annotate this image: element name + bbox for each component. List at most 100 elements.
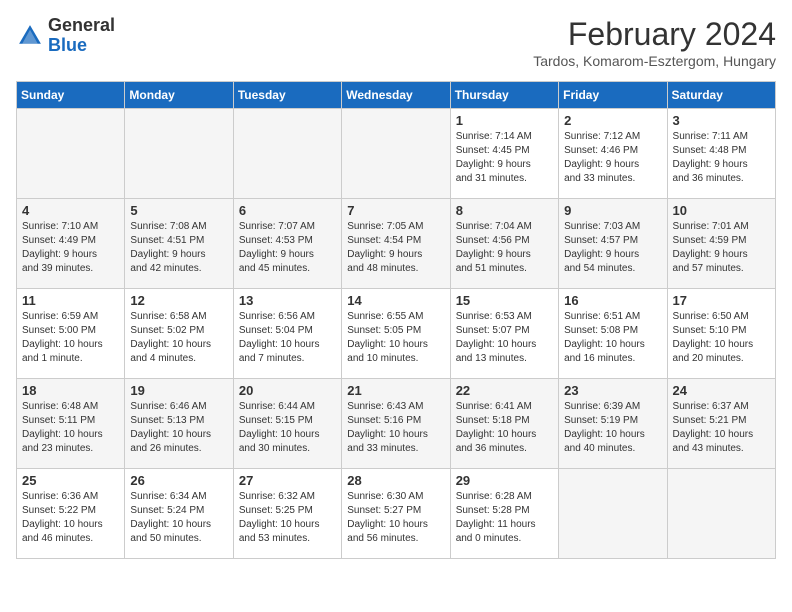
- day-number: 22: [456, 383, 553, 398]
- day-number: 4: [22, 203, 119, 218]
- week-row-0: 1 Sunrise: 7:14 AM Sunset: 4:45 PM Daylig…: [17, 109, 776, 199]
- day-cell: 24 Sunrise: 6:37 AM Sunset: 5:21 PM Dayli…: [667, 379, 775, 469]
- day-number: 18: [22, 383, 119, 398]
- day-cell: 26 Sunrise: 6:34 AM Sunset: 5:24 PM Dayli…: [125, 469, 233, 559]
- day-number: 26: [130, 473, 227, 488]
- day-info: Sunrise: 6:32 AM Sunset: 5:25 PM Dayligh…: [239, 490, 336, 546]
- day-cell: 27 Sunrise: 6:32 AM Sunset: 5:25 PM Dayli…: [233, 469, 341, 559]
- location: Tardos, Komarom-Esztergom, Hungary: [533, 53, 776, 69]
- day-number: 8: [456, 203, 553, 218]
- day-cell: [559, 469, 667, 559]
- day-number: 29: [456, 473, 553, 488]
- day-info: Sunrise: 6:36 AM Sunset: 5:22 PM Dayligh…: [22, 490, 119, 546]
- month-title: February 2024: [533, 16, 776, 53]
- header-saturday: Saturday: [667, 82, 775, 109]
- day-number: 15: [456, 293, 553, 308]
- day-number: 1: [456, 113, 553, 128]
- header-friday: Friday: [559, 82, 667, 109]
- day-cell: 8 Sunrise: 7:04 AM Sunset: 4:56 PM Daylig…: [450, 199, 558, 289]
- logo-text: General Blue: [48, 16, 115, 56]
- day-info: Sunrise: 6:37 AM Sunset: 5:21 PM Dayligh…: [673, 400, 770, 456]
- day-info: Sunrise: 6:56 AM Sunset: 5:04 PM Dayligh…: [239, 310, 336, 366]
- day-cell: [342, 109, 450, 199]
- day-cell: 13 Sunrise: 6:56 AM Sunset: 5:04 PM Dayli…: [233, 289, 341, 379]
- day-cell: 25 Sunrise: 6:36 AM Sunset: 5:22 PM Dayli…: [17, 469, 125, 559]
- week-row-3: 18 Sunrise: 6:48 AM Sunset: 5:11 PM Dayli…: [17, 379, 776, 469]
- day-cell: 3 Sunrise: 7:11 AM Sunset: 4:48 PM Daylig…: [667, 109, 775, 199]
- day-cell: 28Sunrise: 6:30 AM Sunset: 5:27 PM Dayli…: [342, 469, 450, 559]
- day-cell: 29 Sunrise: 6:28 AM Sunset: 5:28 PM Dayli…: [450, 469, 558, 559]
- day-cell: 16 Sunrise: 6:51 AM Sunset: 5:08 PM Dayli…: [559, 289, 667, 379]
- day-cell: 5 Sunrise: 7:08 AM Sunset: 4:51 PM Daylig…: [125, 199, 233, 289]
- day-cell: 11 Sunrise: 6:59 AM Sunset: 5:00 PM Dayli…: [17, 289, 125, 379]
- day-cell: 12 Sunrise: 6:58 AM Sunset: 5:02 PM Dayli…: [125, 289, 233, 379]
- day-info: Sunrise: 7:10 AM Sunset: 4:49 PM Dayligh…: [22, 220, 119, 276]
- day-info: Sunrise: 6:48 AM Sunset: 5:11 PM Dayligh…: [22, 400, 119, 456]
- day-info: Sunrise: 7:07 AM Sunset: 4:53 PM Dayligh…: [239, 220, 336, 276]
- week-row-4: 25 Sunrise: 6:36 AM Sunset: 5:22 PM Dayli…: [17, 469, 776, 559]
- day-number: 9: [564, 203, 661, 218]
- day-info: Sunrise: 7:03 AM Sunset: 4:57 PM Dayligh…: [564, 220, 661, 276]
- day-number: 13: [239, 293, 336, 308]
- day-cell: 21Sunrise: 6:43 AM Sunset: 5:16 PM Dayli…: [342, 379, 450, 469]
- day-number: 19: [130, 383, 227, 398]
- day-cell: 4 Sunrise: 7:10 AM Sunset: 4:49 PM Daylig…: [17, 199, 125, 289]
- week-row-2: 11 Sunrise: 6:59 AM Sunset: 5:00 PM Dayli…: [17, 289, 776, 379]
- calendar-table: SundayMondayTuesdayWednesdayThursdayFrid…: [16, 81, 776, 559]
- day-number: 5: [130, 203, 227, 218]
- day-info: Sunrise: 6:59 AM Sunset: 5:00 PM Dayligh…: [22, 310, 119, 366]
- day-info: Sunrise: 6:55 AM Sunset: 5:05 PM Dayligh…: [347, 310, 444, 366]
- calendar-header-row: SundayMondayTuesdayWednesdayThursdayFrid…: [17, 82, 776, 109]
- day-number: 3: [673, 113, 770, 128]
- day-cell: 10 Sunrise: 7:01 AM Sunset: 4:59 PM Dayli…: [667, 199, 775, 289]
- day-info: Sunrise: 7:04 AM Sunset: 4:56 PM Dayligh…: [456, 220, 553, 276]
- day-cell: 14Sunrise: 6:55 AM Sunset: 5:05 PM Dayli…: [342, 289, 450, 379]
- page-header: General Blue February 2024 Tardos, Komar…: [16, 16, 776, 69]
- day-info: Sunrise: 6:28 AM Sunset: 5:28 PM Dayligh…: [456, 490, 553, 546]
- header-sunday: Sunday: [17, 82, 125, 109]
- day-info: Sunrise: 6:51 AM Sunset: 5:08 PM Dayligh…: [564, 310, 661, 366]
- day-info: Sunrise: 6:41 AM Sunset: 5:18 PM Dayligh…: [456, 400, 553, 456]
- day-number: 16: [564, 293, 661, 308]
- day-number: 6: [239, 203, 336, 218]
- day-info: Sunrise: 7:14 AM Sunset: 4:45 PM Dayligh…: [456, 130, 553, 186]
- day-number: 10: [673, 203, 770, 218]
- day-number: 7: [347, 203, 444, 218]
- day-number: 25: [22, 473, 119, 488]
- day-number: 27: [239, 473, 336, 488]
- day-cell: [233, 109, 341, 199]
- day-cell: 22 Sunrise: 6:41 AM Sunset: 5:18 PM Dayli…: [450, 379, 558, 469]
- day-info: Sunrise: 6:50 AM Sunset: 5:10 PM Dayligh…: [673, 310, 770, 366]
- day-info: Sunrise: 7:08 AM Sunset: 4:51 PM Dayligh…: [130, 220, 227, 276]
- day-info: Sunrise: 6:34 AM Sunset: 5:24 PM Dayligh…: [130, 490, 227, 546]
- day-info: Sunrise: 6:53 AM Sunset: 5:07 PM Dayligh…: [456, 310, 553, 366]
- day-cell: 18 Sunrise: 6:48 AM Sunset: 5:11 PM Dayli…: [17, 379, 125, 469]
- header-monday: Monday: [125, 82, 233, 109]
- day-cell: 6 Sunrise: 7:07 AM Sunset: 4:53 PM Daylig…: [233, 199, 341, 289]
- day-info: Sunrise: 6:46 AM Sunset: 5:13 PM Dayligh…: [130, 400, 227, 456]
- title-area: February 2024 Tardos, Komarom-Esztergom,…: [533, 16, 776, 69]
- day-cell: [17, 109, 125, 199]
- day-number: 28: [347, 473, 444, 488]
- day-number: 11: [22, 293, 119, 308]
- logo-icon: [16, 22, 44, 50]
- day-info: Sunrise: 7:05 AM Sunset: 4:54 PM Dayligh…: [347, 220, 444, 276]
- day-number: 17: [673, 293, 770, 308]
- day-number: 24: [673, 383, 770, 398]
- header-tuesday: Tuesday: [233, 82, 341, 109]
- day-info: Sunrise: 6:39 AM Sunset: 5:19 PM Dayligh…: [564, 400, 661, 456]
- day-number: 2: [564, 113, 661, 128]
- calendar-body: 1 Sunrise: 7:14 AM Sunset: 4:45 PM Daylig…: [17, 109, 776, 559]
- day-cell: [125, 109, 233, 199]
- day-info: Sunrise: 7:01 AM Sunset: 4:59 PM Dayligh…: [673, 220, 770, 276]
- day-info: Sunrise: 7:11 AM Sunset: 4:48 PM Dayligh…: [673, 130, 770, 186]
- day-number: 23: [564, 383, 661, 398]
- day-cell: 20Sunrise: 6:44 AM Sunset: 5:15 PM Dayli…: [233, 379, 341, 469]
- day-number: 12: [130, 293, 227, 308]
- day-info: Sunrise: 6:43 AM Sunset: 5:16 PM Dayligh…: [347, 400, 444, 456]
- day-info: Sunrise: 6:58 AM Sunset: 5:02 PM Dayligh…: [130, 310, 227, 366]
- logo: General Blue: [16, 16, 115, 56]
- day-cell: 7 Sunrise: 7:05 AM Sunset: 4:54 PM Daylig…: [342, 199, 450, 289]
- day-cell: 15 Sunrise: 6:53 AM Sunset: 5:07 PM Dayli…: [450, 289, 558, 379]
- day-cell: 1 Sunrise: 7:14 AM Sunset: 4:45 PM Daylig…: [450, 109, 558, 199]
